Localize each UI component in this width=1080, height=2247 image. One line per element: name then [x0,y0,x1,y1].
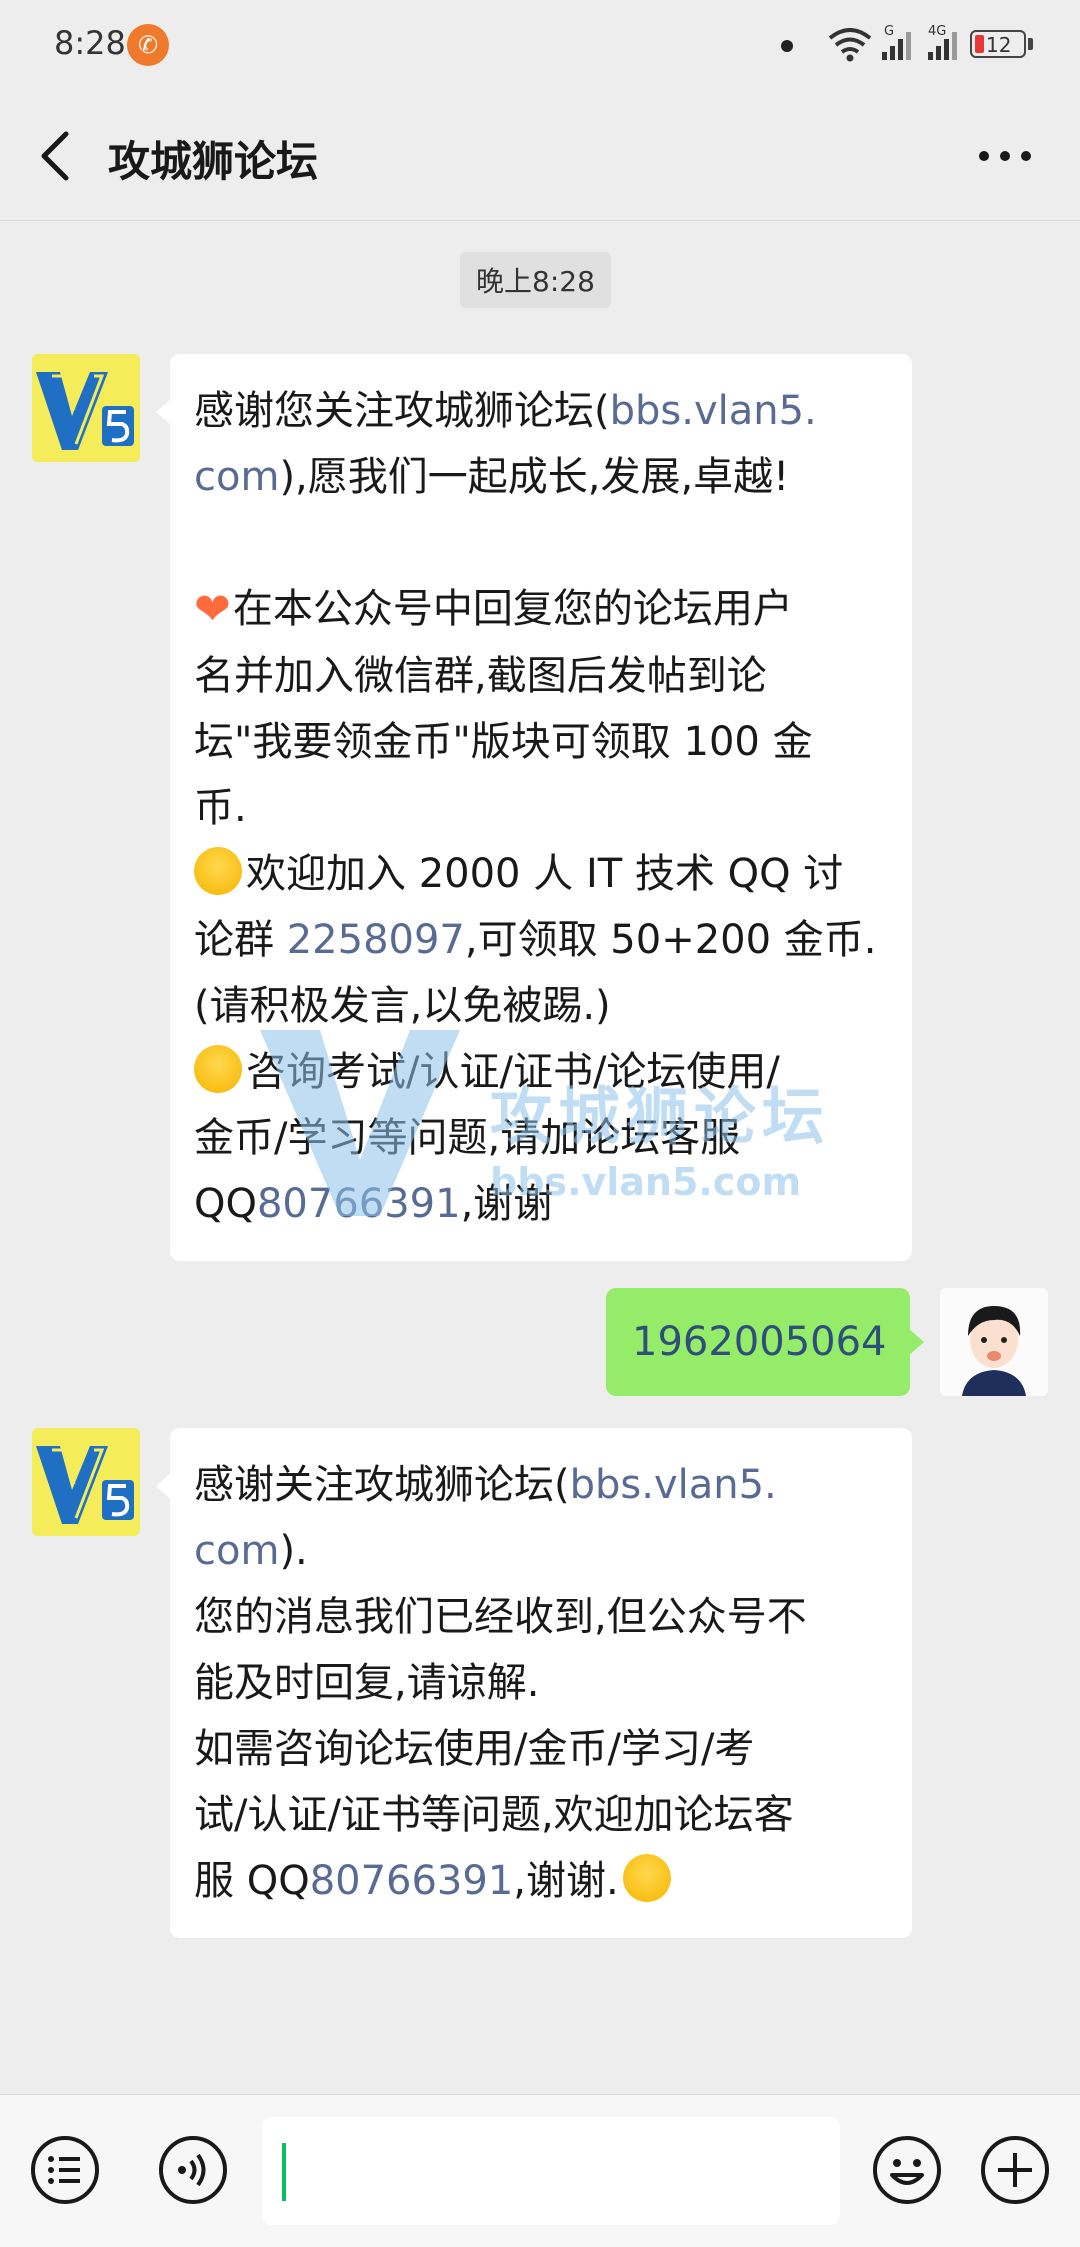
message-text: 如需咨询论坛使用/金币/学习/考 [194,1726,755,1772]
message-text: ,可领取 50+200 金币. [464,917,877,963]
incoming-message-bubble[interactable]: 感谢您关注攻城狮论坛(bbs.vlan5. com),愿我们一起成长,发展,卓越… [156,354,912,1261]
heart-emoji-icon: ❤ [194,584,231,635]
battery-fill [975,35,984,53]
list-menu-icon[interactable] [30,2135,100,2205]
account-avatar[interactable] [32,1428,140,1536]
message-text: 在本公众号中回复您的论坛用户 [232,586,793,632]
message-text: 服 QQ [194,1858,310,1904]
message-text: 能及时回复,请谅解. [194,1660,540,1706]
chat-header: 攻城狮论坛 [0,92,1080,221]
signal-4g-icon [928,32,957,60]
message-text: 金币/学习等问题,请加论坛客服 [194,1115,741,1161]
qq-group-link[interactable]: 2258097 [287,917,465,963]
battery-level: 12 [986,33,1012,57]
account-avatar[interactable] [32,354,140,462]
status-time: 8:28 [54,24,126,62]
emoji-icon[interactable] [872,2135,942,2205]
incoming-message-bubble[interactable]: 感谢关注攻城狮论坛(bbs.vlan5. com). 您的消息我们已经收到,但公… [156,1428,912,1938]
page-title: 攻城狮论坛 [108,137,319,186]
message-text: 欢迎加入 2000 人 IT 技术 QQ 讨 [246,851,844,897]
battery-cap [1028,38,1033,50]
v5-logo-icon [32,354,140,462]
voice-icon[interactable] [158,2135,228,2205]
message-text: 币. [194,785,247,831]
message-text: (请积极发言,以免被踢.) [194,983,611,1029]
message-text: ). [279,1528,308,1574]
status-bar: 8:28 ✆ G 4G 12 [0,0,1080,92]
message-text: 咨询考试/认证/证书/论坛使用/ [246,1049,780,1095]
smile-emoji-icon [194,847,242,895]
plus-icon[interactable] [980,2135,1050,2205]
call-icon: ✆ [127,24,169,66]
message-text: QQ [194,1181,257,1227]
forum-link[interactable]: bbs.vlan5. [610,388,817,434]
message-text: 感谢关注攻城狮论坛( [194,1462,570,1508]
v5-logo-icon [32,1428,140,1536]
message-text: ,谢谢. [513,1858,619,1904]
forum-link-cont[interactable]: com [194,1528,279,1574]
forum-link-cont[interactable]: com [194,454,279,500]
qq-number-link[interactable]: 80766391 [257,1181,461,1227]
notification-dot-icon [781,40,793,52]
message-text: 论群 [194,917,287,963]
wink-emoji-icon [194,1045,242,1093]
message-text: 坛"我要领金币"版块可领取 100 金 [194,719,813,765]
back-button[interactable] [30,128,84,184]
forum-link[interactable]: bbs.vlan5. [570,1462,777,1508]
wifi-icon [828,28,872,62]
qq-number-link[interactable]: 80766391 [310,1858,514,1904]
user-avatar-image [940,1288,1048,1396]
message-text: ,谢谢 [460,1181,554,1227]
smile-emoji-icon [622,1854,671,1902]
text-caret [282,2143,286,2201]
battery-icon: 12 [970,30,1026,58]
message-text: 感谢您关注攻城狮论坛( [194,388,610,434]
chat-input-bar [0,2094,1080,2247]
message-text: 名并加入微信群,截图后发帖到论 [194,653,767,699]
signal-icon [882,32,911,60]
message-input[interactable] [262,2117,840,2225]
message-text: 试/认证/证书等问题,欢迎加论坛客 [194,1792,794,1838]
user-avatar[interactable] [940,1288,1048,1396]
message-text: 您的消息我们已经收到,但公众号不 [194,1594,807,1640]
message-text: ),愿我们一起成长,发展,卓越! [279,454,790,500]
message-time-label: 晚上8:28 [460,252,611,308]
outgoing-message-bubble[interactable]: 1962005064 [606,1288,924,1396]
more-dots-icon[interactable] [970,128,1040,184]
